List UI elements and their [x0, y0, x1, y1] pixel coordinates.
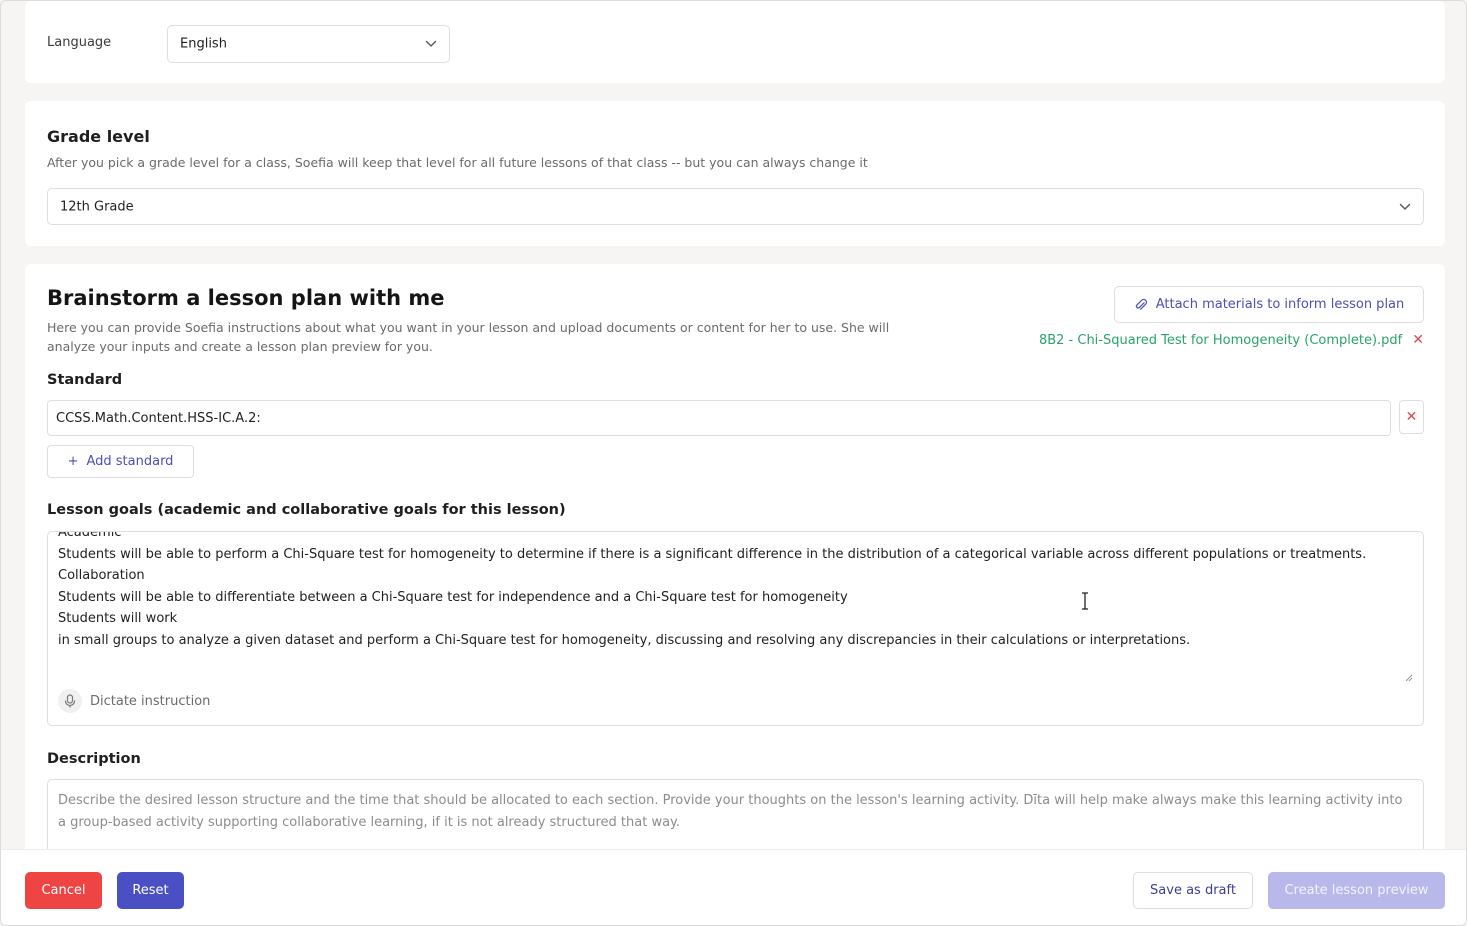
goals-line: Academic — [58, 531, 122, 540]
grade-select[interactable]: 12th Grade — [47, 188, 1424, 225]
create-lesson-preview-button[interactable]: Create lesson preview — [1268, 872, 1445, 909]
grade-title: Grade level — [47, 127, 150, 146]
goals-line: Students will work — [58, 611, 178, 626]
standard-input[interactable]: CCSS.Math.Content.HSS-IC.A.2: — [47, 400, 1391, 436]
microphone-icon — [58, 689, 82, 713]
description-label: Description — [47, 751, 141, 767]
language-label: Language — [47, 35, 112, 50]
grade-subtitle: After you pick a grade level for a class… — [47, 155, 868, 170]
brainstorm-card: Brainstorm a lesson plan with me Here yo… — [25, 264, 1445, 869]
save-draft-button[interactable]: Save as draft — [1133, 872, 1253, 909]
chevron-down-icon — [1399, 203, 1411, 210]
language-value: English — [180, 36, 227, 52]
attach-materials-label: Attach materials to inform lesson plan — [1155, 297, 1405, 312]
lesson-plan-page: Language English Grade level After you p… — [0, 0, 1467, 926]
add-standard-label: Add standard — [86, 454, 174, 469]
attached-file-name[interactable]: 8B2 - Chi-Squared Test for Homogeneity (… — [1039, 333, 1402, 348]
lesson-goals-label: Lesson goals (academic and collaborative… — [47, 502, 566, 518]
cancel-button[interactable]: Cancel — [25, 872, 102, 909]
goals-line: Students will be able to differentiate b… — [58, 589, 848, 605]
plus-icon: + — [67, 454, 79, 469]
paperclip-icon — [1135, 298, 1147, 310]
attached-file: 8B2 - Chi-Squared Test for Homogeneity (… — [1039, 332, 1424, 348]
dictate-label: Dictate instruction — [90, 693, 211, 709]
grade-card: Grade level After you pick a grade level… — [25, 101, 1445, 246]
resize-handle-icon[interactable] — [1403, 672, 1413, 682]
add-standard-button[interactable]: + Add standard — [47, 445, 194, 478]
lesson-goals-text: Academic Students will be able to perfor… — [58, 532, 1413, 651]
text-cursor-icon — [1082, 592, 1088, 610]
goals-line: Collaboration — [58, 568, 145, 583]
brainstorm-title: Brainstorm a lesson plan with me — [47, 286, 445, 310]
remove-file-icon[interactable]: ✕ — [1412, 332, 1424, 348]
language-card: Language English — [25, 1, 1445, 83]
brainstorm-subtitle: Here you can provide Soefia instructions… — [47, 320, 890, 354]
grade-value: 12th Grade — [60, 199, 134, 214]
goals-line: in small groups to analyze a given datas… — [58, 632, 1191, 648]
dictate-instruction-button[interactable]: Dictate instruction — [58, 689, 210, 713]
language-select[interactable]: English — [167, 25, 450, 63]
standard-label: Standard — [47, 372, 123, 388]
chevron-down-icon — [425, 40, 437, 47]
goals-line: Students will be able to perform a Chi-S… — [58, 546, 1367, 562]
lesson-goals-textarea[interactable]: Academic Students will be able to perfor… — [47, 531, 1424, 726]
remove-standard-icon[interactable]: ✕ — [1399, 400, 1424, 434]
footer-bar: Cancel Reset Save as draft Create lesson… — [1, 849, 1466, 925]
reset-button[interactable]: Reset — [117, 872, 184, 909]
attach-materials-button[interactable]: Attach materials to inform lesson plan — [1114, 286, 1424, 323]
